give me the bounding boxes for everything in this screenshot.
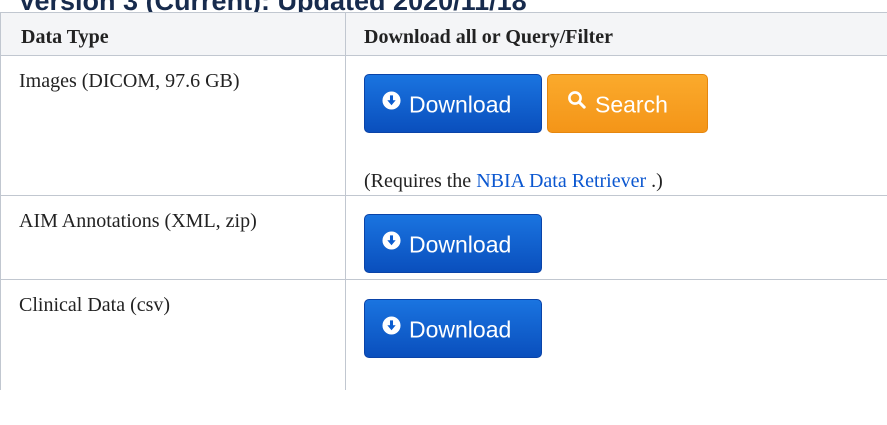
actions-cell: Download <box>345 195 887 280</box>
download-button-label: Download <box>409 316 512 343</box>
search-icon <box>567 74 587 131</box>
note-suffix: .) <box>646 170 663 192</box>
note-prefix: (Requires the <box>364 170 477 192</box>
clinical-data-download-button[interactable]: Download <box>364 299 542 358</box>
download-icon <box>382 214 401 271</box>
table-row: AIM Annotations (XML, zip) Download <box>0 195 887 280</box>
download-button-label: Download <box>409 91 512 118</box>
column-header-download: Download all or Query/Filter <box>345 12 887 56</box>
images-search-button[interactable]: Search <box>547 74 708 133</box>
actions-cell: Download Search (Requires the NBIA Data … <box>345 55 887 196</box>
column-header-data-type: Data Type <box>0 12 346 56</box>
button-group: Download <box>364 299 887 358</box>
download-icon <box>382 299 401 356</box>
nbia-data-retriever-link[interactable]: NBIA Data Retriever <box>476 170 646 192</box>
aim-annotations-download-button[interactable]: Download <box>364 214 542 273</box>
requirement-note: (Requires the NBIA Data Retriever .) <box>364 167 887 195</box>
search-button-label: Search <box>595 91 668 118</box>
data-download-table: Data Type Download all or Query/Filter I… <box>0 12 887 390</box>
images-download-button[interactable]: Download <box>364 74 542 133</box>
table-row: Clinical Data (csv) Download <box>0 279 887 390</box>
download-button-label: Download <box>409 231 512 258</box>
button-group: Download <box>364 214 887 273</box>
data-type-cell: Images (DICOM, 97.6 GB) <box>0 55 346 196</box>
data-type-cell: AIM Annotations (XML, zip) <box>0 195 346 280</box>
download-icon <box>382 74 401 131</box>
button-group: Download Search <box>364 74 887 133</box>
table-header-row: Data Type Download all or Query/Filter <box>0 12 887 56</box>
table-row: Images (DICOM, 97.6 GB) Download Search … <box>0 55 887 196</box>
data-type-cell: Clinical Data (csv) <box>0 279 346 390</box>
actions-cell: Download <box>345 279 887 390</box>
